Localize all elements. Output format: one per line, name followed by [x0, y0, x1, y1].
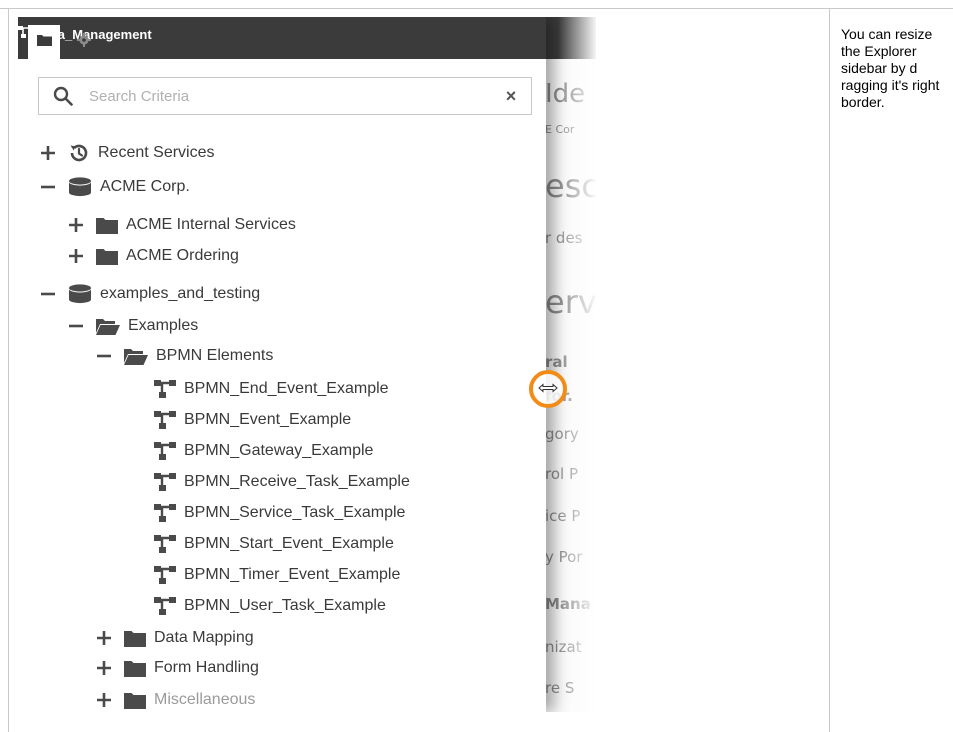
tree-item-label: Data Mapping [154, 629, 254, 646]
tree-item-label: BPMN_Gateway_Example [184, 442, 374, 459]
tree-item[interactable]: BPMN Elements [96, 342, 273, 370]
tree-item-label: BPMN_Start_Event_Example [184, 535, 394, 552]
service-icon [154, 566, 176, 584]
tree-item-label: BPMN_Timer_Event_Example [184, 566, 401, 583]
tree-item[interactable]: examples_and_testing [40, 280, 260, 308]
tree-item-label: Recent Services [98, 144, 215, 161]
explorer-sidebar: Idea_Management × Recent Services ACME Co… [18, 17, 546, 712]
tree-item[interactable]: Miscellaneous [96, 686, 255, 712]
gear-icon [77, 32, 91, 52]
expand-toggle-icon[interactable] [40, 145, 56, 161]
table-column-divider [829, 8, 830, 732]
folder-open-icon [96, 318, 120, 335]
folder-icon [124, 692, 146, 709]
tree-item[interactable]: ACME Corp. [40, 173, 190, 201]
search-box: × [38, 77, 532, 115]
tree-item[interactable]: Form Handling [96, 654, 259, 682]
service-icon [154, 380, 176, 398]
folder-icon [96, 248, 118, 265]
settings-tab[interactable] [70, 25, 98, 59]
note-text: You can resize the Explorer sidebar by d… [841, 26, 940, 110]
explorer-topbar: Idea_Management [18, 17, 546, 59]
history-icon [68, 142, 90, 164]
service-icon [154, 504, 176, 522]
service-icon [154, 535, 176, 553]
explorer-screenshot: IdeE Corescr deservralfor.goryrol Pice P… [18, 17, 596, 712]
database-icon [68, 177, 92, 197]
tree-item[interactable]: BPMN_Start_Event_Example [154, 530, 394, 558]
tree-item[interactable]: BPMN_Receive_Task_Example [154, 468, 410, 496]
search-icon [53, 86, 73, 106]
resize-cursor-icon [538, 380, 558, 398]
folder-icon [96, 217, 118, 234]
service-icon [154, 411, 176, 429]
tree-item[interactable]: BPMN_End_Event_Example [154, 375, 389, 403]
folder-icon [124, 660, 146, 677]
tree-item-label: Examples [128, 317, 199, 334]
tree-item[interactable]: BPMN_Service_Task_Example [154, 499, 405, 527]
tree-item[interactable]: ACME Ordering [68, 242, 239, 270]
service-icon [154, 442, 176, 460]
tree-item-label: ACME Corp. [100, 178, 190, 195]
folder-open-icon [124, 348, 148, 365]
collapse-toggle-icon[interactable] [96, 348, 112, 364]
collapse-toggle-icon[interactable] [40, 286, 56, 302]
folder-tab[interactable] [28, 25, 60, 59]
collapse-toggle-icon[interactable] [68, 318, 84, 334]
tree-item[interactable]: Recent Services [40, 139, 215, 167]
tree-item-label: BPMN_Service_Task_Example [184, 504, 406, 521]
tree-item-label: BPMN_End_Event_Example [184, 380, 389, 397]
tree-item[interactable]: Examples [68, 312, 198, 340]
expand-toggle-icon[interactable] [96, 630, 112, 646]
tree-item[interactable]: BPMN_Gateway_Example [154, 437, 373, 465]
search-input[interactable] [89, 87, 499, 105]
tree-item-label: examples_and_testing [100, 285, 261, 302]
tree-item[interactable]: ACME Internal Services [68, 211, 296, 239]
tree-item-label: BPMN_User_Task_Example [184, 597, 386, 614]
tree-item-label: BPMN Elements [156, 347, 274, 364]
service-icon [154, 473, 176, 491]
tree-item[interactable]: BPMN_Timer_Event_Example [154, 561, 400, 589]
table-left-border [8, 8, 9, 732]
expand-toggle-icon[interactable] [96, 660, 112, 676]
expand-toggle-icon[interactable] [68, 248, 84, 264]
tree-item[interactable]: BPMN_User_Task_Example [154, 592, 386, 620]
tree-item[interactable]: BPMN_Event_Example [154, 406, 351, 434]
tree-item-label: BPMN_Receive_Task_Example [184, 473, 410, 490]
clear-search-button[interactable]: × [499, 84, 523, 108]
tree-item-label: Miscellaneous [154, 691, 256, 708]
tree-item-label: ACME Ordering [126, 247, 239, 264]
collapse-toggle-icon[interactable] [40, 179, 56, 195]
expand-toggle-icon[interactable] [68, 217, 84, 233]
tree-item-label: Form Handling [154, 659, 259, 676]
database-icon [68, 284, 92, 304]
resize-handle[interactable] [529, 370, 567, 408]
tree-item-label: BPMN_Event_Example [184, 411, 352, 428]
background-fade [558, 17, 596, 712]
folder-tab-icon [36, 33, 52, 51]
expand-toggle-icon[interactable] [96, 692, 112, 708]
service-icon [154, 597, 176, 615]
folder-icon [124, 630, 146, 647]
tree-item[interactable]: Data Mapping [96, 624, 254, 652]
tree-item-label: ACME Internal Services [126, 216, 296, 233]
table-top-border [0, 8, 953, 9]
